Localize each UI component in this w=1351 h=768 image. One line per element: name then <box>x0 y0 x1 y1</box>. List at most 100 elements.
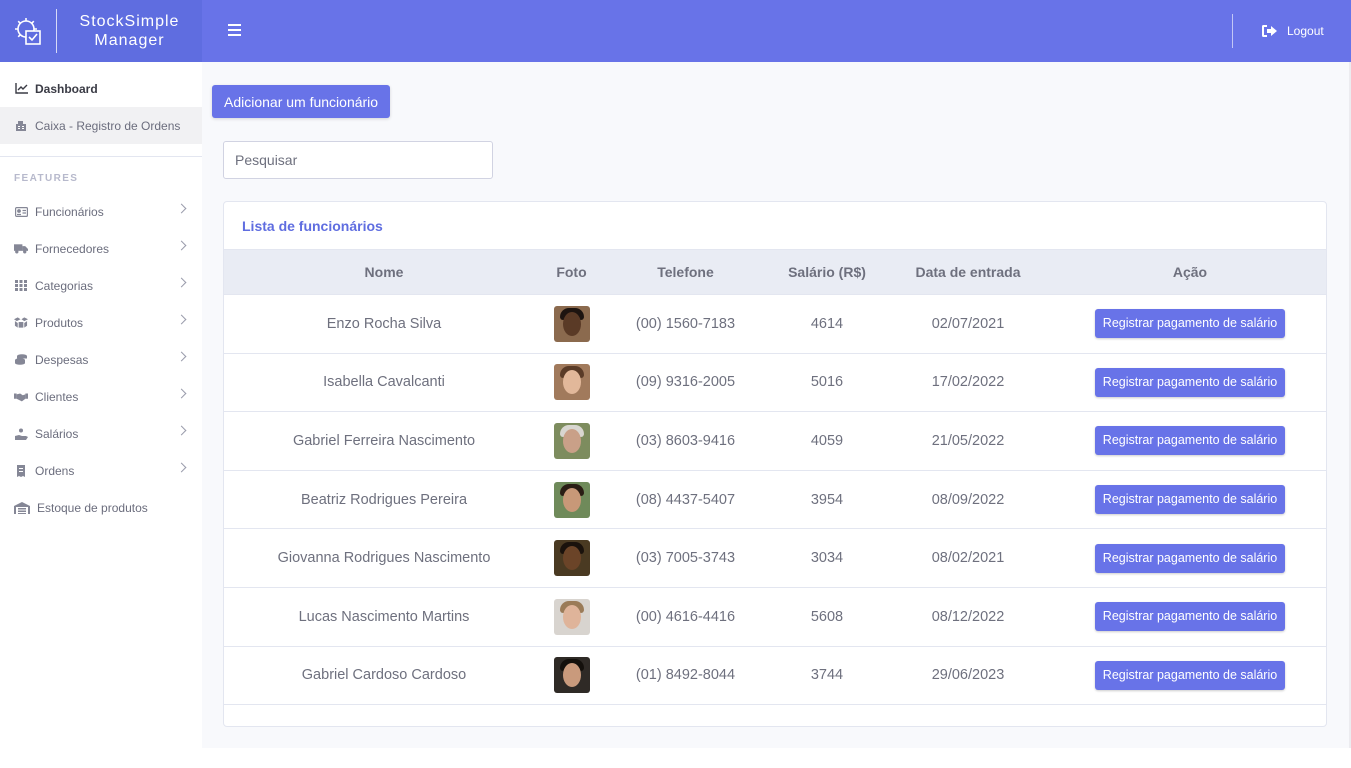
sidebar-item-clientes[interactable]: Clientes <box>0 378 202 415</box>
sidebar-item-label: Ordens <box>35 463 75 478</box>
brand-name: StockSimple Manager <box>57 12 202 50</box>
employee-start-date: 08/09/2022 <box>882 470 1054 530</box>
chevron-right-icon <box>176 203 187 214</box>
cash-register-icon <box>14 120 28 132</box>
sidebar-item-despesas[interactable]: Despesas <box>0 341 202 378</box>
employee-photo <box>553 481 590 518</box>
sidebar-item-ordens[interactable]: Ordens <box>0 452 202 489</box>
hamburger-menu-icon[interactable] <box>228 24 241 37</box>
employee-list-card: Lista de funcionários Nome Foto Telefone… <box>223 201 1327 727</box>
action-cell: Registrar pagamento de salário <box>1054 646 1326 706</box>
table-row: Isabella Cavalcanti (09) 9316-2005 5016 … <box>224 353 1326 413</box>
employee-phone: (00) 4616-4416 <box>599 587 772 647</box>
photo-cell <box>544 587 599 647</box>
employee-start-date: 17/02/2022 <box>882 353 1054 413</box>
sidebar-heading: FEATURES <box>14 173 79 184</box>
employee-phone: (01) 8492-8044 <box>599 646 772 706</box>
sidebar-item-label: Dashboard <box>35 81 98 96</box>
chevron-right-icon <box>176 462 187 473</box>
register-salary-payment-button[interactable]: Registrar pagamento de salário <box>1094 485 1286 515</box>
register-salary-payment-button[interactable]: Registrar pagamento de salário <box>1094 426 1286 456</box>
employee-phone: (03) 8603-9416 <box>599 411 772 471</box>
table-row: Beatriz Rodrigues Pereira (08) 4437-5407… <box>224 470 1326 530</box>
sign-out-icon <box>1262 25 1277 37</box>
employee-salary: 4614 <box>772 294 882 354</box>
photo-cell <box>544 294 599 354</box>
sidebar-item-label: Estoque de produtos <box>37 500 148 515</box>
employee-salary: 3744 <box>772 646 882 706</box>
employee-table: Nome Foto Telefone Salário (R$) Data de … <box>224 249 1326 706</box>
employee-name: Enzo Rocha Silva <box>224 294 544 354</box>
sidebar-item-estoque[interactable]: Estoque de produtos <box>0 489 202 526</box>
sidebar-item-salarios[interactable]: Salários <box>0 415 202 452</box>
logout-button[interactable]: Logout <box>1262 22 1324 40</box>
register-salary-payment-button[interactable]: Registrar pagamento de salário <box>1094 543 1286 573</box>
photo-cell <box>544 470 599 530</box>
add-employee-button[interactable]: Adicionar um funcionário <box>212 85 391 118</box>
action-cell: Registrar pagamento de salário <box>1054 528 1326 588</box>
sidebar-item-label: Clientes <box>35 389 79 404</box>
column-header-salario[interactable]: Salário (R$) <box>772 249 882 295</box>
chevron-right-icon <box>176 351 187 362</box>
chart-line-icon <box>14 83 28 95</box>
column-header-nome[interactable]: Nome <box>224 249 544 295</box>
employee-photo <box>553 364 590 401</box>
footer <box>202 748 1351 768</box>
sidebar: StockSimple Manager Dashboard Caixa - Re… <box>0 0 202 768</box>
column-header-foto[interactable]: Foto <box>544 249 599 295</box>
action-cell: Registrar pagamento de salário <box>1054 294 1326 354</box>
main-content: Adicionar um funcionário Lista de funcio… <box>202 62 1351 748</box>
table-header-row: Nome Foto Telefone Salário (R$) Data de … <box>224 249 1326 295</box>
boxes-icon <box>14 317 28 329</box>
table-row: Lucas Nascimento Martins (00) 4616-4416 … <box>224 587 1326 647</box>
sidebar-item-label: Produtos <box>35 315 84 330</box>
id-card-icon <box>14 206 28 218</box>
table-row: Giovanna Rodrigues Nascimento (03) 7005-… <box>224 528 1326 588</box>
sidebar-item-caixa[interactable]: Caixa - Registro de Ordens <box>0 107 202 144</box>
brand[interactable]: StockSimple Manager <box>0 0 202 62</box>
chevron-right-icon <box>176 388 187 399</box>
sidebar-item-label: Caixa - Registro de Ordens <box>35 118 181 133</box>
column-header-telefone[interactable]: Telefone <box>599 249 772 295</box>
chevron-right-icon <box>176 277 187 288</box>
column-header-acao: Ação <box>1054 249 1326 295</box>
grid-icon <box>14 280 28 292</box>
sidebar-item-label: Despesas <box>35 352 89 367</box>
register-salary-payment-button[interactable]: Registrar pagamento de salário <box>1094 309 1286 339</box>
brand-line-1: StockSimple <box>79 13 180 30</box>
hand-coin-icon <box>14 428 28 440</box>
sidebar-item-dashboard[interactable]: Dashboard <box>0 70 202 107</box>
brand-line-2: Manager <box>94 32 165 49</box>
handshake-icon <box>14 391 28 403</box>
column-header-data[interactable]: Data de entrada <box>882 249 1054 295</box>
photo-cell <box>544 528 599 588</box>
sidebar-item-funcionarios[interactable]: Funcionários <box>0 193 202 230</box>
warehouse-icon <box>14 501 30 514</box>
employee-start-date: 02/07/2021 <box>882 294 1054 354</box>
chevron-right-icon <box>176 240 187 251</box>
search-input[interactable] <box>223 141 493 179</box>
sidebar-item-fornecedores[interactable]: Fornecedores <box>0 230 202 267</box>
employee-photo <box>553 657 590 694</box>
register-salary-payment-button[interactable]: Registrar pagamento de salário <box>1094 367 1286 397</box>
sidebar-item-categorias[interactable]: Categorias <box>0 267 202 304</box>
sidebar-item-label: Categorias <box>35 278 94 293</box>
topbar-divider <box>1232 14 1233 48</box>
employee-photo <box>553 598 590 635</box>
employee-salary: 3954 <box>772 470 882 530</box>
action-cell: Registrar pagamento de salário <box>1054 411 1326 471</box>
employee-start-date: 08/12/2022 <box>882 587 1054 647</box>
employee-name: Beatriz Rodrigues Pereira <box>224 470 544 530</box>
register-salary-payment-button[interactable]: Registrar pagamento de salário <box>1094 602 1286 632</box>
topbar: Logout <box>202 0 1351 62</box>
employee-start-date: 21/05/2022 <box>882 411 1054 471</box>
chevron-right-icon <box>176 425 187 436</box>
action-cell: Registrar pagamento de salário <box>1054 587 1326 647</box>
sidebar-item-produtos[interactable]: Produtos <box>0 304 202 341</box>
register-salary-payment-button[interactable]: Registrar pagamento de salário <box>1094 660 1286 690</box>
employee-name: Gabriel Cardoso Cardoso <box>224 646 544 706</box>
employee-name: Lucas Nascimento Martins <box>224 587 544 647</box>
employee-name: Gabriel Ferreira Nascimento <box>224 411 544 471</box>
employee-start-date: 08/02/2021 <box>882 528 1054 588</box>
employee-name: Isabella Cavalcanti <box>224 353 544 413</box>
